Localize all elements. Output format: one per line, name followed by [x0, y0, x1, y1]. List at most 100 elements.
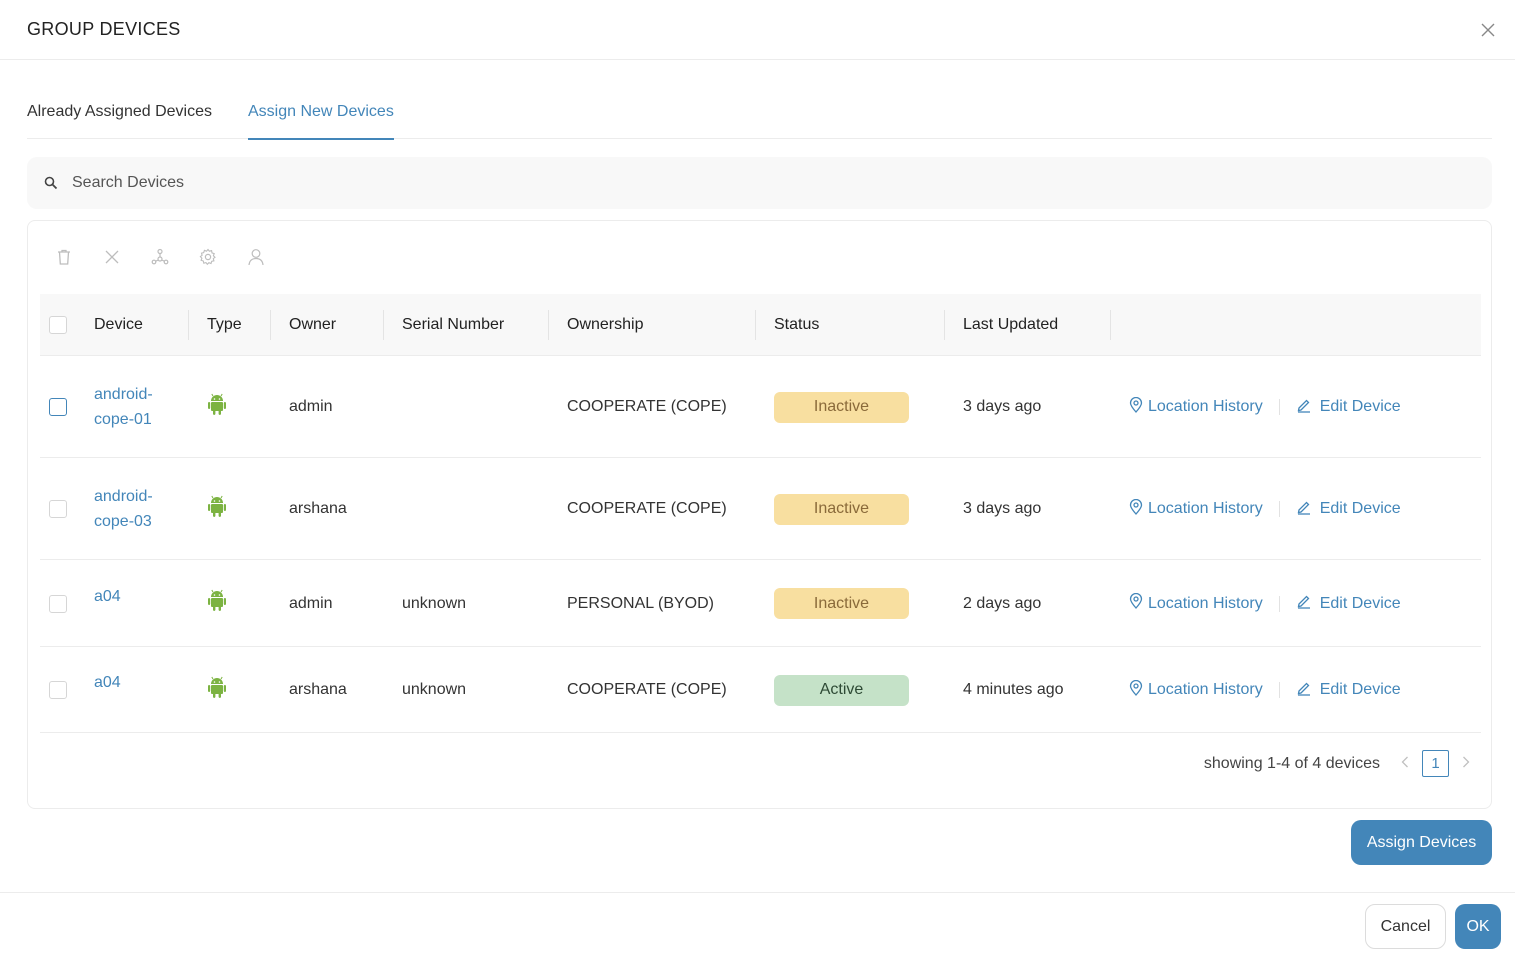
search-icon: [44, 176, 58, 190]
column-divider: [548, 310, 549, 340]
column-divider: [383, 310, 384, 340]
action-divider: [1278, 595, 1280, 612]
status-badge: Inactive: [774, 391, 909, 423]
pencil-icon: [1296, 680, 1312, 701]
group-devices-dialog: GROUP DEVICES Already Assigned Devices A…: [0, 0, 1515, 957]
status-badge: Inactive: [774, 493, 909, 525]
table-header: Device Type Owner Serial Number Ownershi…: [40, 294, 1481, 356]
edit-device-link[interactable]: Edit Device: [1296, 499, 1401, 520]
dialog-title: GROUP DEVICES: [27, 19, 181, 39]
column-divider: [188, 310, 189, 340]
tab-already-assigned[interactable]: Already Assigned Devices: [27, 92, 212, 139]
ok-button[interactable]: OK: [1455, 904, 1501, 949]
column-header-device[interactable]: Device: [94, 294, 143, 356]
device-name-link[interactable]: android-cope-01: [94, 382, 153, 432]
row-checkbox[interactable]: [49, 500, 67, 518]
tab-bar: Already Assigned Devices Assign New Devi…: [27, 92, 1492, 140]
pencil-icon: [1296, 499, 1312, 520]
row-checkbox[interactable]: [49, 594, 67, 613]
share-network-icon: [151, 248, 169, 265]
column-header-owner[interactable]: Owner: [289, 294, 336, 356]
chevron-left-icon: [1401, 756, 1408, 767]
page-number-button[interactable]: 1: [1422, 750, 1449, 777]
column-divider: [944, 310, 945, 340]
user-icon: [248, 249, 264, 266]
bulk-toolbar: [52, 245, 268, 269]
serial-number-cell: unknown: [402, 681, 467, 698]
device-name-link[interactable]: a04: [94, 670, 121, 695]
location-history-link[interactable]: Location History: [1129, 396, 1263, 418]
device-name-line1: android-: [94, 386, 153, 403]
remove-button[interactable]: [100, 245, 124, 269]
chevron-right-icon: [1463, 756, 1470, 767]
edit-device-label: Edit Device: [1319, 398, 1401, 415]
column-header-serial-number[interactable]: Serial Number: [402, 294, 504, 356]
table-row[interactable]: a04 arshana unknown COOPERATE (COPE) Active 4…: [40, 647, 1481, 733]
action-divider: [1278, 682, 1280, 698]
delete-button[interactable]: [52, 245, 76, 269]
pagination: showing 1-4 of 4 devices 1: [1204, 750, 1473, 777]
location-history-link[interactable]: Location History: [1129, 679, 1263, 701]
android-icon: [207, 393, 227, 422]
location-history-link[interactable]: Location History: [1129, 498, 1263, 520]
pagination-summary: showing 1-4 of 4 devices: [1203, 754, 1380, 772]
serial-number-cell: unknown: [402, 594, 467, 612]
column-header-type[interactable]: Type: [207, 294, 242, 356]
ownership-cell: COOPERATE (COPE): [567, 500, 727, 517]
ownership-cell: COOPERATE (COPE): [567, 681, 727, 698]
column-header-status[interactable]: Status: [774, 294, 819, 356]
next-page-button[interactable]: [1459, 755, 1473, 773]
column-header-ownership[interactable]: Ownership: [567, 294, 643, 356]
device-name-line2: cope-03: [94, 513, 152, 530]
row-checkbox[interactable]: [49, 681, 67, 699]
close-button[interactable]: [1476, 18, 1500, 42]
column-header-last-updated[interactable]: Last Updated: [963, 294, 1058, 356]
owner-cell: admin: [289, 398, 333, 415]
close-icon: [105, 250, 119, 264]
status-badge: Inactive: [774, 588, 909, 619]
edit-device-link[interactable]: Edit Device: [1296, 680, 1401, 701]
edit-device-label: Edit Device: [1319, 594, 1401, 612]
action-divider: [1278, 399, 1280, 415]
assign-devices-button[interactable]: Assign Devices: [1351, 820, 1492, 865]
location-history-label: Location History: [1148, 500, 1263, 517]
android-icon: [207, 495, 227, 524]
dialog-header: GROUP DEVICES: [0, 0, 1515, 60]
search-bar: [27, 157, 1492, 209]
table-row[interactable]: a04 admin unknown PERSONAL (BYOD) Inactive 2 …: [40, 560, 1481, 647]
edit-device-link[interactable]: Edit Device: [1296, 397, 1401, 418]
android-icon: [207, 589, 227, 618]
device-name-line1: android-: [94, 488, 153, 505]
device-name-line1: a04: [94, 587, 121, 605]
device-name-link[interactable]: a04: [94, 584, 121, 609]
group-button[interactable]: [148, 245, 172, 269]
prev-page-button[interactable]: [1398, 755, 1412, 773]
map-pin-icon: [1129, 498, 1143, 520]
settings-button[interactable]: [196, 245, 220, 269]
location-history-label: Location History: [1148, 398, 1263, 415]
row-checkbox[interactable]: [49, 398, 67, 416]
search-input[interactable]: [72, 174, 672, 192]
location-history-label: Location History: [1148, 681, 1263, 698]
devices-table: Device Type Owner Serial Number Ownershi…: [40, 294, 1481, 733]
ownership-cell: PERSONAL (BYOD): [567, 594, 714, 612]
map-pin-icon: [1129, 396, 1143, 418]
ownership-cell: COOPERATE (COPE): [567, 398, 727, 415]
edit-device-link[interactable]: Edit Device: [1296, 593, 1401, 614]
location-history-link[interactable]: Location History: [1129, 592, 1263, 614]
table-row[interactable]: android-cope-03 arshana COOPERATE (COPE) In…: [40, 458, 1481, 560]
cancel-button[interactable]: Cancel: [1365, 904, 1446, 949]
pencil-icon: [1296, 397, 1312, 418]
last-updated-cell: 3 days ago: [963, 500, 1042, 517]
location-history-label: Location History: [1148, 594, 1263, 612]
owner-cell: admin: [289, 594, 333, 612]
select-all-checkbox[interactable]: [49, 316, 67, 334]
last-updated-cell: 4 minutes ago: [963, 681, 1064, 698]
assign-user-button[interactable]: [244, 245, 268, 269]
gear-icon: [199, 248, 216, 266]
edit-device-label: Edit Device: [1319, 681, 1401, 698]
tab-assign-new[interactable]: Assign New Devices: [247, 92, 394, 140]
device-name-link[interactable]: android-cope-03: [94, 484, 153, 534]
table-row[interactable]: android-cope-01 admin COOPERATE (COPE) Inac…: [40, 356, 1481, 458]
owner-cell: arshana: [289, 681, 347, 698]
